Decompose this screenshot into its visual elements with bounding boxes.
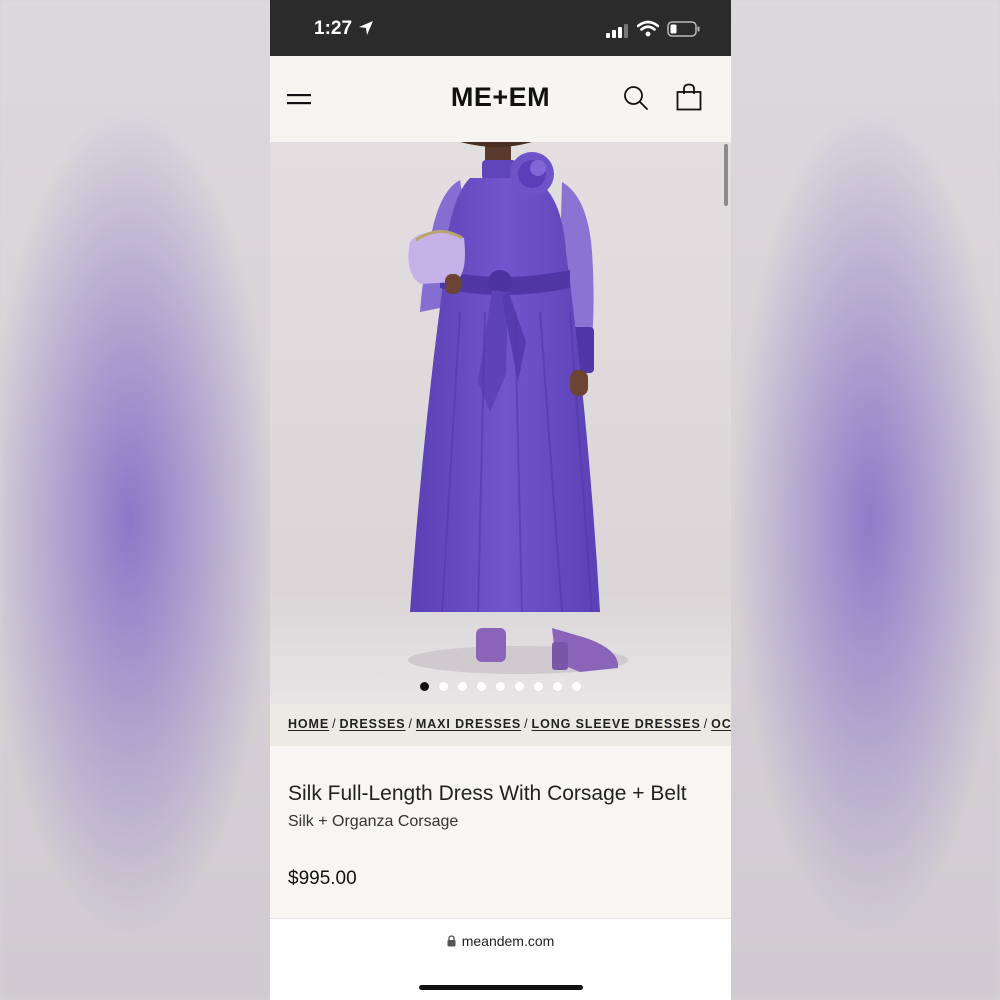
product-title: Silk Full-Length Dress With Corsage + Be… [288, 782, 687, 805]
product-photo [408, 142, 628, 674]
browser-address-bar[interactable]: meandem.com [270, 918, 731, 1000]
breadcrumb-occasion[interactable]: OC [711, 717, 731, 731]
shopping-bag-icon[interactable] [676, 83, 702, 111]
status-time: 1:27 [314, 18, 353, 39]
carousel-dot[interactable] [515, 682, 524, 691]
breadcrumb-separator: / [524, 717, 529, 731]
carousel-dot[interactable] [534, 682, 543, 691]
lock-icon [447, 935, 456, 947]
breadcrumb-dresses[interactable]: DRESSES [339, 717, 405, 731]
battery-icon [667, 21, 700, 37]
breadcrumb-long-sleeve-dresses[interactable]: LONG SLEEVE DRESSES [532, 717, 701, 731]
phone-screen: 1:27 ME+EM HOME / DRESSES / MAXI DRESSES… [270, 0, 731, 1000]
breadcrumb-maxi-dresses[interactable]: MAXI DRESSES [416, 717, 521, 731]
breadcrumb: HOME / DRESSES / MAXI DRESSES / LONG SLEEVE DR… [270, 704, 731, 746]
breadcrumb-separator: / [332, 717, 337, 731]
carousel-dot[interactable] [496, 682, 505, 691]
status-bar: 1:27 [270, 0, 731, 56]
product-image-carousel[interactable] [270, 142, 731, 704]
product-info: Silk Full-Length Dress With Corsage + Be… [270, 746, 731, 918]
wifi-icon [637, 20, 659, 37]
carousel-dot[interactable] [572, 682, 581, 691]
url-text: meandem.com [461, 933, 555, 949]
page-scrollbar[interactable] [724, 144, 728, 206]
breadcrumb-home[interactable]: HOME [288, 717, 329, 731]
carousel-dot[interactable] [439, 682, 448, 691]
carousel-dot[interactable] [553, 682, 562, 691]
breadcrumb-separator: / [703, 717, 709, 731]
search-icon[interactable] [623, 85, 649, 111]
location-arrow-icon [359, 21, 373, 35]
url-display[interactable]: meandem.com [270, 933, 731, 949]
breadcrumb-separator: / [408, 717, 413, 731]
carousel-dot[interactable] [477, 682, 486, 691]
brand-logo[interactable]: ME+EM [270, 82, 731, 113]
product-price: $995.00 [288, 868, 357, 889]
carousel-dot[interactable] [420, 682, 429, 691]
home-indicator[interactable] [419, 985, 583, 990]
site-header: ME+EM [270, 56, 731, 142]
carousel-dot[interactable] [458, 682, 467, 691]
product-subtitle: Silk + Organza Corsage [288, 813, 459, 830]
cellular-signal-icon [606, 24, 628, 38]
carousel-dots [270, 682, 731, 691]
